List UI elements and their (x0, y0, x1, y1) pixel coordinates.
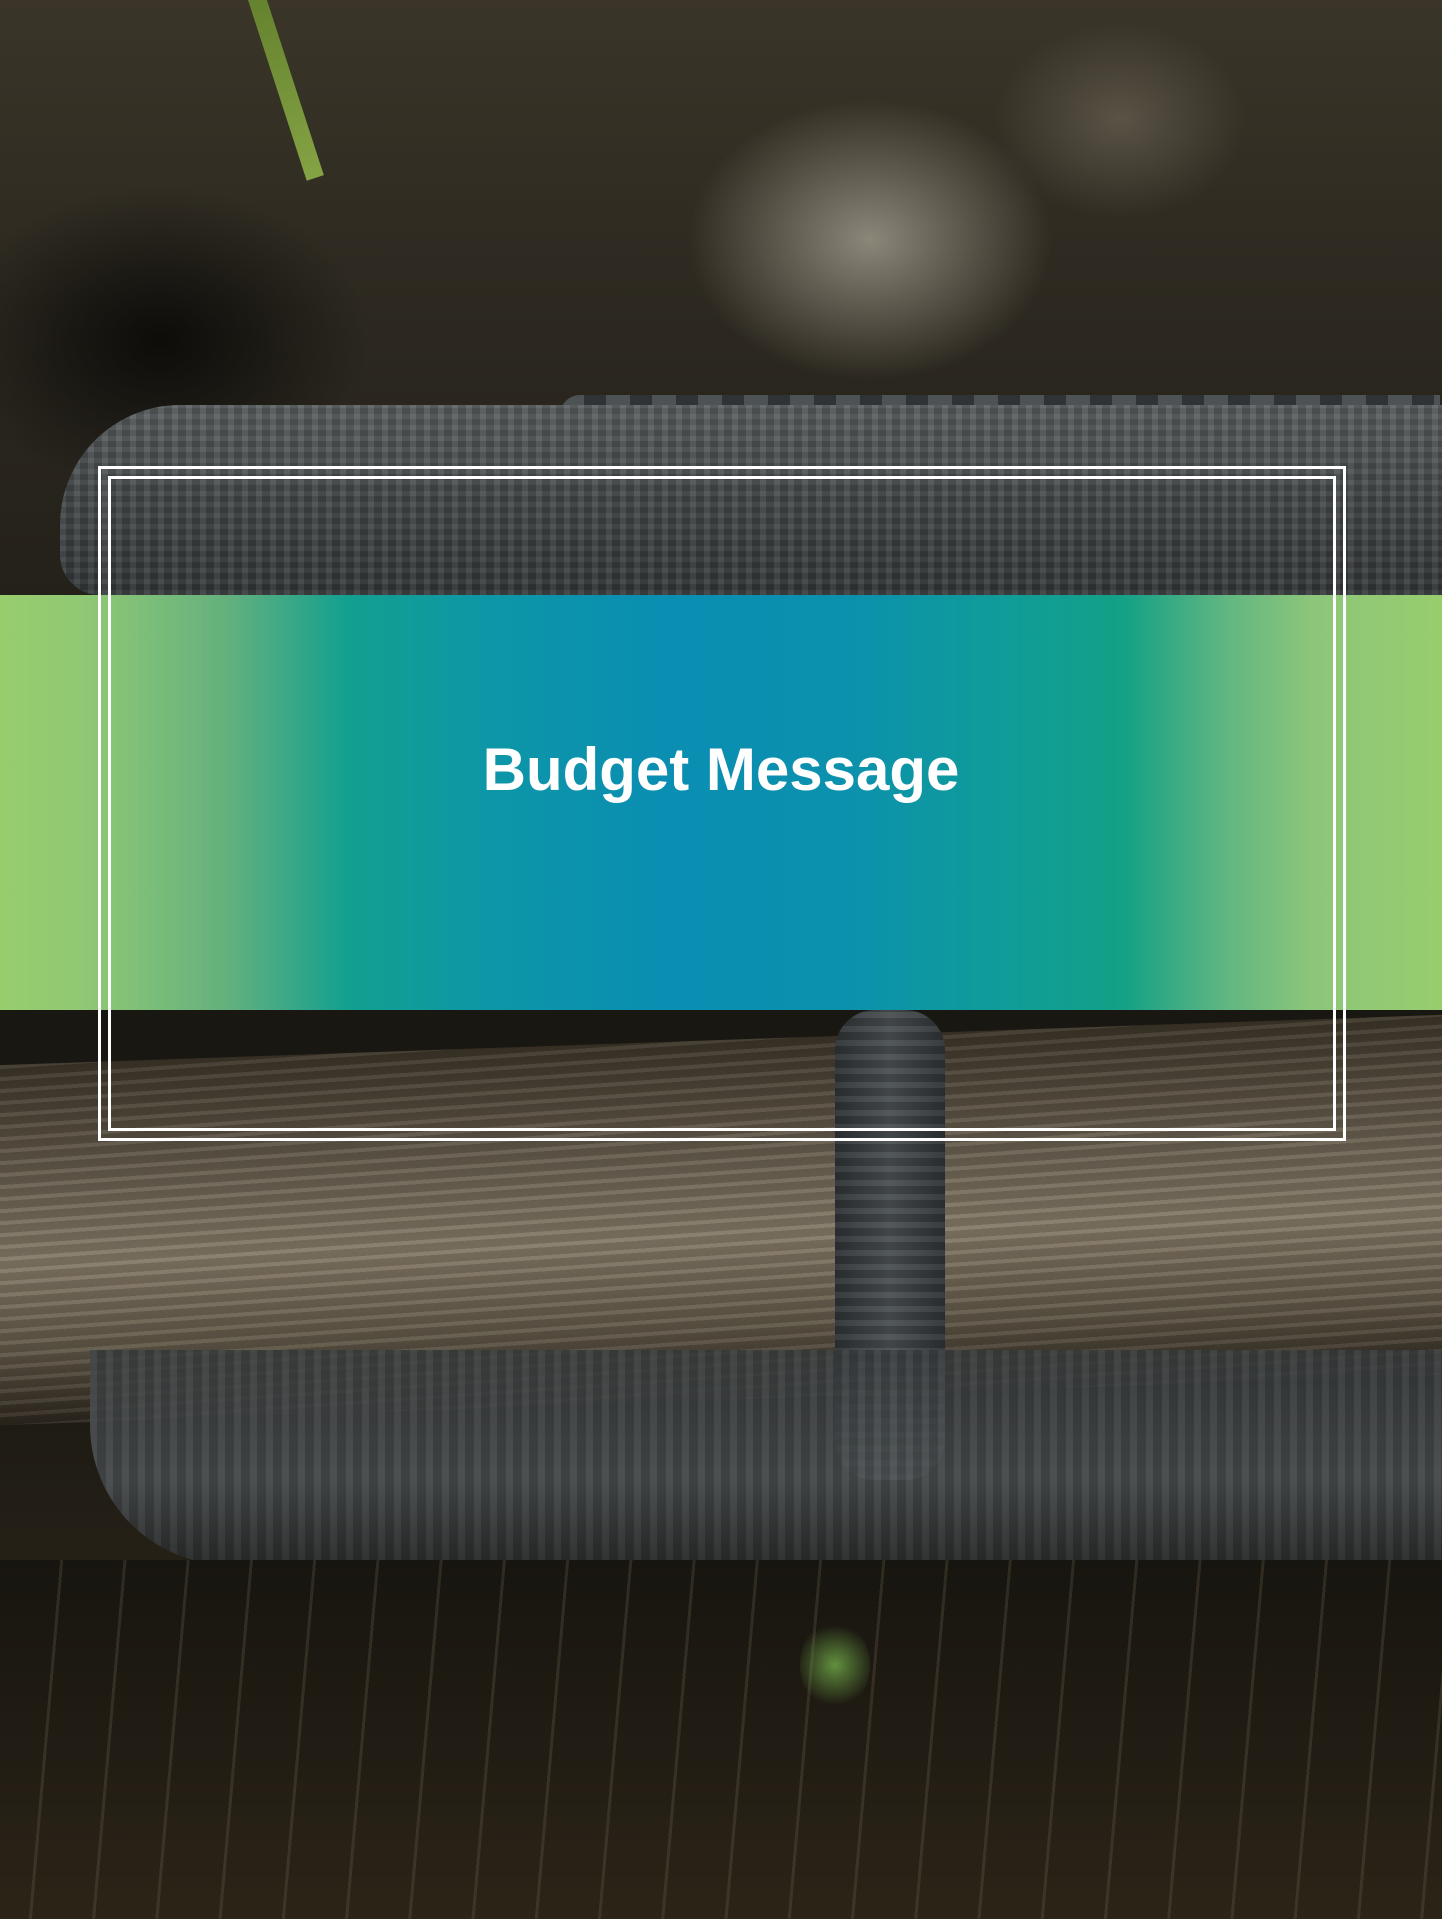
page-title: Budget Message (482, 736, 960, 803)
water-reeds (0, 1560, 1442, 1919)
water-plant (800, 1620, 870, 1710)
alligator-reflection (90, 1350, 1442, 1565)
cover-page: Budget Message (0, 0, 1442, 1919)
